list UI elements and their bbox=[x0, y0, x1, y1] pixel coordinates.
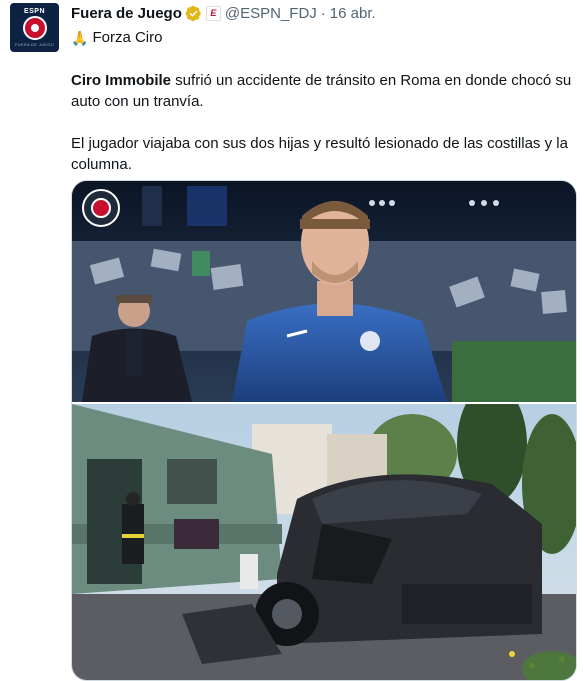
avatar-sub-text: FUERA DE JUEGO bbox=[14, 42, 55, 47]
footballer-photo-illustration bbox=[72, 181, 576, 402]
espn-fdj-watermark-logo bbox=[82, 189, 120, 227]
espn-affiliate-icon[interactable]: E bbox=[205, 5, 221, 21]
tweet-content: Fuera de Juego E @ESPN_FDJ · 16 abr. 🙏 F… bbox=[71, 0, 576, 175]
avatar-brand-text: ESPN bbox=[23, 8, 46, 15]
tweet-date[interactable]: 16 abr. bbox=[330, 5, 376, 22]
tweet-body: Ciro Immobile sufrió un accidente de trá… bbox=[71, 70, 576, 175]
author-name[interactable]: Fuera de Juego bbox=[71, 5, 182, 22]
praying-hands-icon: 🙏 bbox=[71, 30, 89, 46]
footballer-stadium-photo[interactable] bbox=[72, 181, 576, 402]
tweet-header: Fuera de Juego E @ESPN_FDJ · 16 abr. bbox=[71, 0, 576, 26]
header-separator: · bbox=[320, 4, 326, 22]
author-handle[interactable]: @ESPN_FDJ bbox=[225, 5, 317, 22]
tweet-paragraph-2: El jugador viajaba con sus dos hijas y r… bbox=[71, 135, 568, 173]
player-name: Ciro Immobile bbox=[71, 72, 172, 89]
tweet-first-line: 🙏 Forza Ciro bbox=[71, 26, 576, 50]
tweet-media[interactable] bbox=[71, 180, 577, 681]
verified-badge-icon[interactable] bbox=[185, 5, 202, 22]
tweet[interactable]: ESPN FUERA DE JUEGO Fuera de Juego E @ES… bbox=[0, 0, 584, 681]
car-crash-tram-photo[interactable] bbox=[72, 404, 576, 680]
avatar-crest-icon bbox=[22, 16, 47, 40]
tweet-paragraph-1: Ciro Immobile sufrió un accidente de trá… bbox=[71, 70, 576, 112]
author-avatar[interactable]: ESPN FUERA DE JUEGO bbox=[10, 3, 59, 52]
car-crash-photo-illustration bbox=[72, 404, 576, 680]
first-line-text: Forza Ciro bbox=[92, 29, 163, 46]
